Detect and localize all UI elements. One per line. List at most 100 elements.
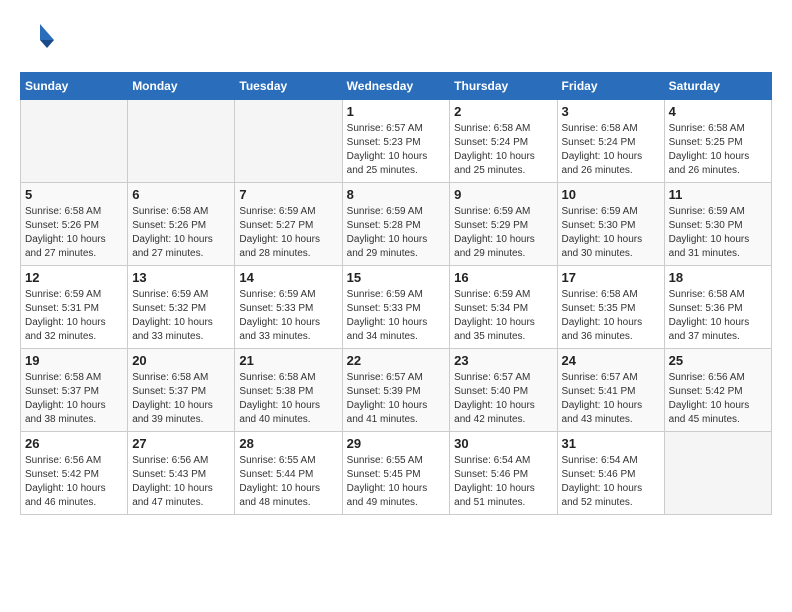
calendar-cell: 13 Sunrise: 6:59 AM Sunset: 5:32 PM Dayli…	[128, 266, 235, 349]
day-info: Sunrise: 6:55 AM Sunset: 5:45 PM Dayligh…	[347, 454, 446, 510]
day-info: Sunrise: 6:59 AM Sunset: 5:33 PM Dayligh…	[347, 288, 446, 344]
calendar-cell: 29 Sunrise: 6:55 AM Sunset: 5:45 PM Dayli…	[342, 432, 450, 515]
calendar-cell: 15 Sunrise: 6:59 AM Sunset: 5:33 PM Dayli…	[342, 266, 450, 349]
day-number: 14	[239, 270, 337, 285]
calendar-cell: 31 Sunrise: 6:54 AM Sunset: 5:46 PM Dayli…	[557, 432, 664, 515]
day-info: Sunrise: 6:59 AM Sunset: 5:28 PM Dayligh…	[347, 205, 446, 261]
day-info: Sunrise: 6:59 AM Sunset: 5:31 PM Dayligh…	[25, 288, 123, 344]
weekday-header-row: SundayMondayTuesdayWednesdayThursdayFrid…	[21, 73, 772, 100]
day-info: Sunrise: 6:58 AM Sunset: 5:24 PM Dayligh…	[454, 122, 552, 178]
day-number: 29	[347, 436, 446, 451]
day-info: Sunrise: 6:56 AM Sunset: 5:43 PM Dayligh…	[132, 454, 230, 510]
day-info: Sunrise: 6:59 AM Sunset: 5:33 PM Dayligh…	[239, 288, 337, 344]
weekday-header-wednesday: Wednesday	[342, 73, 450, 100]
day-info: Sunrise: 6:57 AM Sunset: 5:23 PM Dayligh…	[347, 122, 446, 178]
calendar-cell	[235, 100, 342, 183]
day-number: 25	[669, 353, 767, 368]
calendar-cell: 22 Sunrise: 6:57 AM Sunset: 5:39 PM Dayli…	[342, 349, 450, 432]
day-info: Sunrise: 6:59 AM Sunset: 5:34 PM Dayligh…	[454, 288, 552, 344]
calendar-cell	[128, 100, 235, 183]
calendar-cell: 2Sunrise: 6:58 AM Sunset: 5:24 PM Daylig…	[450, 100, 557, 183]
day-number: 3	[562, 104, 660, 119]
weekday-header-tuesday: Tuesday	[235, 73, 342, 100]
day-info: Sunrise: 6:54 AM Sunset: 5:46 PM Dayligh…	[562, 454, 660, 510]
calendar-cell: 9Sunrise: 6:59 AM Sunset: 5:29 PM Daylig…	[450, 183, 557, 266]
calendar-cell: 30 Sunrise: 6:54 AM Sunset: 5:46 PM Dayli…	[450, 432, 557, 515]
day-number: 9	[454, 187, 552, 202]
calendar-week-row: 5 Sunrise: 6:58 AM Sunset: 5:26 PM Daylig…	[21, 183, 772, 266]
calendar-cell: 6 Sunrise: 6:58 AM Sunset: 5:26 PM Daylig…	[128, 183, 235, 266]
day-number: 27	[132, 436, 230, 451]
day-number: 18	[669, 270, 767, 285]
calendar-cell	[664, 432, 771, 515]
calendar-cell: 1Sunrise: 6:57 AM Sunset: 5:23 PM Daylig…	[342, 100, 450, 183]
day-number: 20	[132, 353, 230, 368]
weekday-header-monday: Monday	[128, 73, 235, 100]
calendar-cell: 23Sunrise: 6:57 AM Sunset: 5:40 PM Dayli…	[450, 349, 557, 432]
calendar-cell: 25 Sunrise: 6:56 AM Sunset: 5:42 PM Dayli…	[664, 349, 771, 432]
day-number: 26	[25, 436, 123, 451]
day-number: 17	[562, 270, 660, 285]
calendar-cell: 12 Sunrise: 6:59 AM Sunset: 5:31 PM Dayli…	[21, 266, 128, 349]
weekday-header-sunday: Sunday	[21, 73, 128, 100]
calendar-cell: 27 Sunrise: 6:56 AM Sunset: 5:43 PM Dayli…	[128, 432, 235, 515]
calendar-cell: 5 Sunrise: 6:58 AM Sunset: 5:26 PM Daylig…	[21, 183, 128, 266]
day-info: Sunrise: 6:59 AM Sunset: 5:30 PM Dayligh…	[562, 205, 660, 261]
day-info: Sunrise: 6:55 AM Sunset: 5:44 PM Dayligh…	[239, 454, 337, 510]
day-info: Sunrise: 6:58 AM Sunset: 5:26 PM Dayligh…	[25, 205, 123, 261]
calendar-cell: 14 Sunrise: 6:59 AM Sunset: 5:33 PM Dayli…	[235, 266, 342, 349]
calendar-cell: 7Sunrise: 6:59 AM Sunset: 5:27 PM Daylig…	[235, 183, 342, 266]
day-number: 21	[239, 353, 337, 368]
calendar-cell: 28 Sunrise: 6:55 AM Sunset: 5:44 PM Dayli…	[235, 432, 342, 515]
day-info: Sunrise: 6:58 AM Sunset: 5:24 PM Dayligh…	[562, 122, 660, 178]
page-header	[20, 20, 772, 56]
day-info: Sunrise: 6:58 AM Sunset: 5:37 PM Dayligh…	[132, 371, 230, 427]
day-info: Sunrise: 6:54 AM Sunset: 5:46 PM Dayligh…	[454, 454, 552, 510]
day-number: 24	[562, 353, 660, 368]
calendar-cell: 26 Sunrise: 6:56 AM Sunset: 5:42 PM Dayli…	[21, 432, 128, 515]
day-number: 19	[25, 353, 123, 368]
day-number: 15	[347, 270, 446, 285]
weekday-header-thursday: Thursday	[450, 73, 557, 100]
day-number: 10	[562, 187, 660, 202]
day-info: Sunrise: 6:59 AM Sunset: 5:30 PM Dayligh…	[669, 205, 767, 261]
calendar-cell: 21 Sunrise: 6:58 AM Sunset: 5:38 PM Dayli…	[235, 349, 342, 432]
calendar-week-row: 26 Sunrise: 6:56 AM Sunset: 5:42 PM Dayli…	[21, 432, 772, 515]
calendar-cell: 11Sunrise: 6:59 AM Sunset: 5:30 PM Dayli…	[664, 183, 771, 266]
day-number: 8	[347, 187, 446, 202]
day-info: Sunrise: 6:58 AM Sunset: 5:26 PM Dayligh…	[132, 205, 230, 261]
logo	[20, 20, 62, 56]
logo-icon	[20, 20, 56, 56]
calendar-table: SundayMondayTuesdayWednesdayThursdayFrid…	[20, 72, 772, 515]
day-info: Sunrise: 6:56 AM Sunset: 5:42 PM Dayligh…	[25, 454, 123, 510]
day-info: Sunrise: 6:58 AM Sunset: 5:37 PM Dayligh…	[25, 371, 123, 427]
day-number: 31	[562, 436, 660, 451]
day-number: 30	[454, 436, 552, 451]
day-number: 16	[454, 270, 552, 285]
calendar-cell: 18 Sunrise: 6:58 AM Sunset: 5:36 PM Dayli…	[664, 266, 771, 349]
calendar-cell: 17 Sunrise: 6:58 AM Sunset: 5:35 PM Dayli…	[557, 266, 664, 349]
calendar-week-row: 19 Sunrise: 6:58 AM Sunset: 5:37 PM Dayli…	[21, 349, 772, 432]
day-info: Sunrise: 6:58 AM Sunset: 5:25 PM Dayligh…	[669, 122, 767, 178]
day-number: 13	[132, 270, 230, 285]
weekday-header-saturday: Saturday	[664, 73, 771, 100]
day-info: Sunrise: 6:59 AM Sunset: 5:32 PM Dayligh…	[132, 288, 230, 344]
calendar-cell: 4 Sunrise: 6:58 AM Sunset: 5:25 PM Daylig…	[664, 100, 771, 183]
weekday-header-friday: Friday	[557, 73, 664, 100]
day-number: 22	[347, 353, 446, 368]
calendar-cell	[21, 100, 128, 183]
day-info: Sunrise: 6:57 AM Sunset: 5:41 PM Dayligh…	[562, 371, 660, 427]
calendar-cell: 16 Sunrise: 6:59 AM Sunset: 5:34 PM Dayli…	[450, 266, 557, 349]
day-info: Sunrise: 6:59 AM Sunset: 5:27 PM Dayligh…	[239, 205, 337, 261]
day-info: Sunrise: 6:58 AM Sunset: 5:38 PM Dayligh…	[239, 371, 337, 427]
day-number: 5	[25, 187, 123, 202]
day-info: Sunrise: 6:58 AM Sunset: 5:35 PM Dayligh…	[562, 288, 660, 344]
day-info: Sunrise: 6:58 AM Sunset: 5:36 PM Dayligh…	[669, 288, 767, 344]
calendar-week-row: 12 Sunrise: 6:59 AM Sunset: 5:31 PM Dayli…	[21, 266, 772, 349]
day-number: 12	[25, 270, 123, 285]
day-info: Sunrise: 6:57 AM Sunset: 5:39 PM Dayligh…	[347, 371, 446, 427]
day-info: Sunrise: 6:56 AM Sunset: 5:42 PM Dayligh…	[669, 371, 767, 427]
day-number: 4	[669, 104, 767, 119]
day-number: 28	[239, 436, 337, 451]
day-number: 6	[132, 187, 230, 202]
